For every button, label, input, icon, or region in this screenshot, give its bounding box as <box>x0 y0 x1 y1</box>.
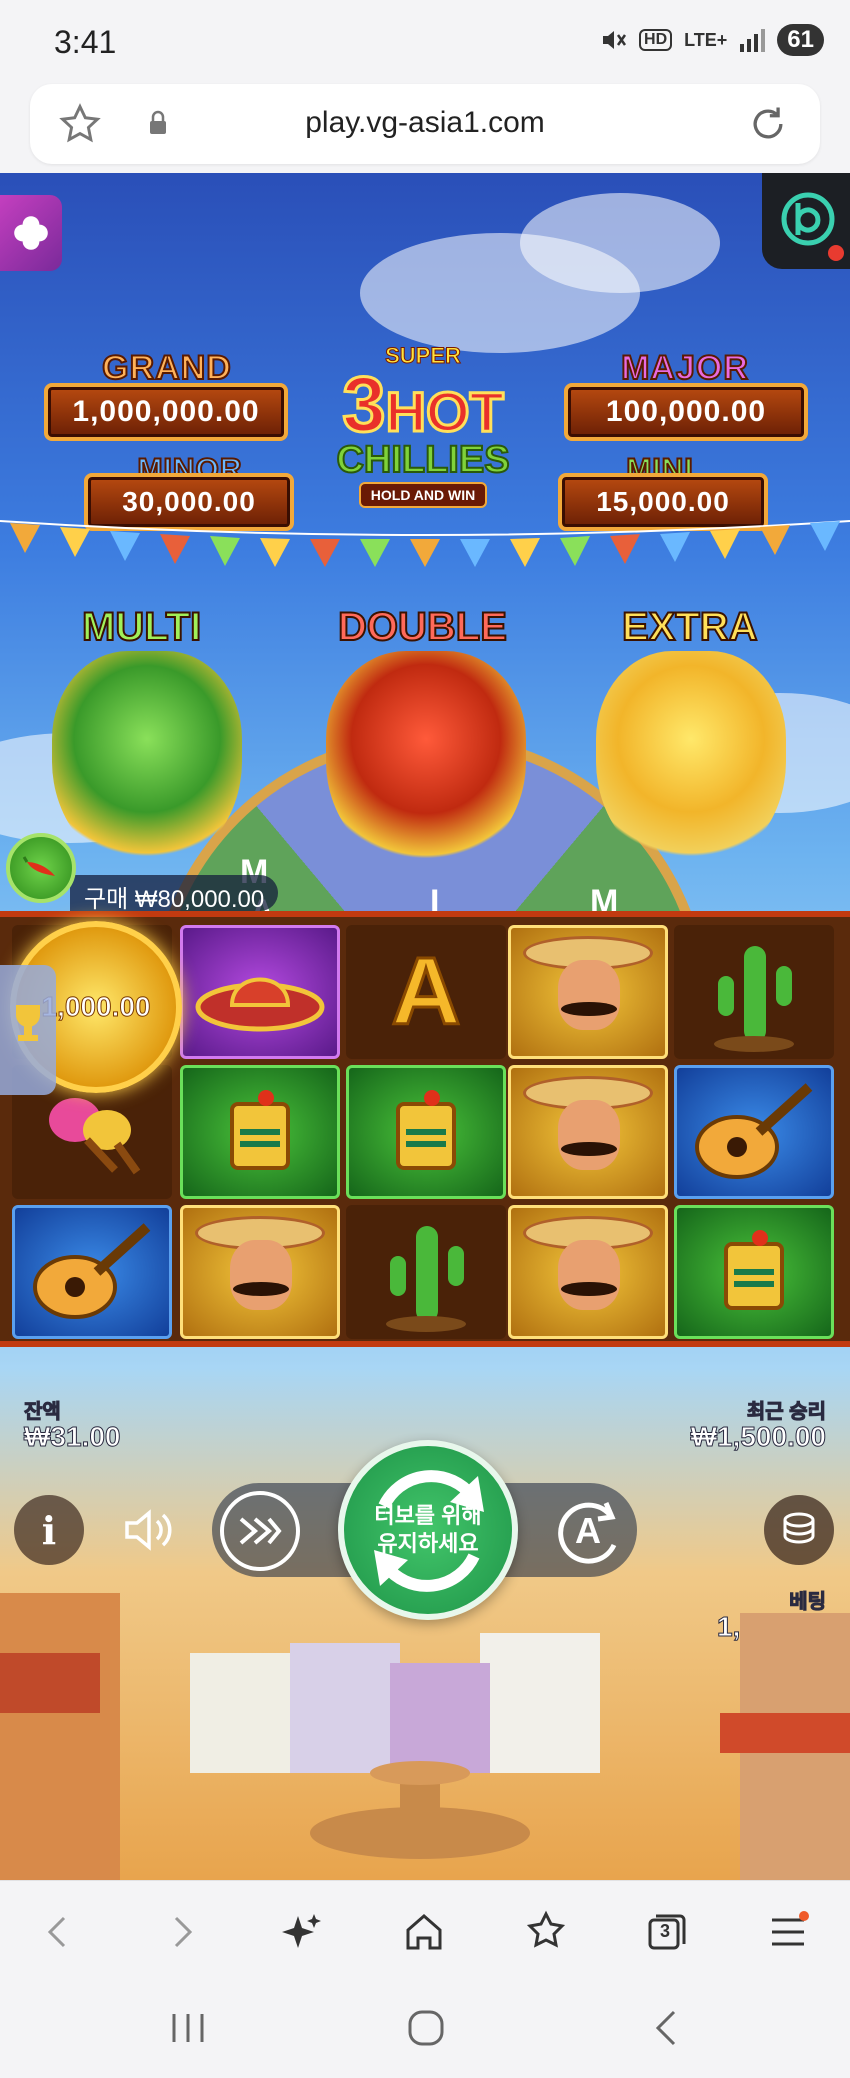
info-icon: i <box>41 1507 57 1553</box>
last-win-value: ₩1,500.00 <box>690 1421 826 1453</box>
forward-button[interactable] <box>152 1905 212 1959</box>
favorites-button[interactable] <box>516 1905 576 1959</box>
browser-toolbar: 3 <box>0 1880 850 1980</box>
reel-cell <box>180 1065 340 1199</box>
game-logo: SUPER 3HOT CHILLIES HOLD AND WIN <box>318 343 528 508</box>
reel-cell <box>674 925 834 1059</box>
coins-stack-icon <box>783 1512 815 1544</box>
tabs-button[interactable]: 3 <box>636 1905 696 1959</box>
reel-cell: A <box>346 925 506 1059</box>
url-domain[interactable]: play.vg-asia1.com <box>30 106 820 140</box>
accordion-symbol <box>724 1230 784 1310</box>
autoplay-button[interactable]: A <box>548 1491 628 1571</box>
system-navigation-bar <box>0 1980 850 2078</box>
reel-cell <box>346 1205 506 1339</box>
yellow-chili-bunch <box>596 651 786 871</box>
clover-icon <box>14 216 48 250</box>
sound-button[interactable] <box>114 1495 184 1565</box>
menu-button[interactable] <box>758 1905 818 1959</box>
jackpot-grand-value: 1,000,000.00 <box>44 383 288 441</box>
mariachi-symbol <box>523 1072 653 1192</box>
assistant-button[interactable] <box>272 1905 332 1959</box>
system-back-icon[interactable] <box>648 2008 684 2048</box>
reel-cell <box>180 925 340 1059</box>
buy-feature-label[interactable]: 구매 ₩80,000.00 <box>70 875 279 913</box>
mariachi-symbol <box>523 1212 653 1332</box>
bonus-double-label: DOUBLE <box>337 604 508 650</box>
provider-logo-button[interactable] <box>762 173 850 269</box>
reel-cell <box>346 1065 506 1199</box>
bonus-multi-label: MULTI <box>81 604 202 650</box>
hd-badge: HD <box>639 29 673 51</box>
info-button[interactable]: i <box>14 1495 84 1565</box>
logo-hot-text: HOT <box>384 379 505 445</box>
forward-icon <box>174 1916 193 1948</box>
red-chili-bunch <box>326 651 526 871</box>
reload-icon[interactable] <box>746 102 790 146</box>
logo-chillies: CHILLIES <box>335 438 510 482</box>
autoplay-label: A <box>575 1510 601 1551</box>
balance-value: ₩31.00 <box>24 1421 121 1453</box>
game-canvas[interactable]: GRAND 1,000,000.00 MINOR 30,000.00 MAJOR… <box>0 173 850 1880</box>
clover-menu-button[interactable] <box>0 195 62 271</box>
green-chili-bunch <box>52 651 242 871</box>
logo-hot: 3HOT <box>318 364 528 447</box>
accordion-symbol <box>230 1090 290 1170</box>
turbo-hint: 터보를 위해 유지하세요 <box>374 1503 482 1556</box>
reel-cell <box>674 1065 834 1199</box>
url-bar[interactable]: play.vg-asia1.com <box>30 84 820 164</box>
reel-cell <box>508 1205 668 1339</box>
notification-dot <box>828 245 844 261</box>
home-icon <box>406 1914 442 1950</box>
network-label: LTE+ <box>684 29 728 50</box>
speaker-icon <box>125 1509 172 1551</box>
reel-cell <box>508 925 668 1059</box>
bet-button[interactable] <box>764 1495 834 1565</box>
fast-forward-icon <box>239 1517 282 1545</box>
cactus-symbol <box>386 1226 466 1332</box>
tab-count: 3 <box>660 1921 671 1941</box>
reel-cell <box>180 1205 340 1339</box>
turbo-button[interactable] <box>220 1491 300 1571</box>
status-icons: HD LTE+ 61 <box>599 24 824 56</box>
mute-icon <box>603 31 627 49</box>
last-win-label: 최근 승리 <box>746 1401 826 1424</box>
mariachi-symbol <box>523 932 653 1052</box>
trophy-icon <box>16 1005 40 1041</box>
favorites-icon <box>526 1910 566 1948</box>
sparkle-icon <box>282 1914 321 1948</box>
home-circle-icon[interactable] <box>406 2008 446 2048</box>
jackpot-major-value: 100,000.00 <box>564 383 808 441</box>
sombrero-symbol <box>195 977 325 1032</box>
reel-cell <box>508 1065 668 1199</box>
trophy-tab[interactable] <box>0 965 56 1095</box>
guitar-symbol <box>33 1223 151 1319</box>
maracas-symbol <box>49 1098 141 1175</box>
back-icon <box>47 1916 66 1948</box>
signal-icon <box>740 29 766 52</box>
accordion-symbol <box>396 1090 456 1170</box>
bunting-decoration <box>0 520 850 567</box>
logo-number: 3 <box>341 360 387 448</box>
reel-cell <box>674 1205 834 1339</box>
bonus-extra-label: EXTRA <box>621 604 759 650</box>
mariachi-symbol <box>195 1212 325 1332</box>
recents-icon[interactable] <box>168 2010 208 2046</box>
letter-a-symbol: A <box>390 937 462 1047</box>
back-button[interactable] <box>28 1905 88 1959</box>
reel-cell <box>12 1205 172 1339</box>
chili-icon <box>22 856 55 876</box>
buy-feature-button[interactable] <box>6 833 76 903</box>
menu-icon <box>772 1911 809 1946</box>
town-background <box>0 1593 850 1880</box>
balance-label: 잔액 <box>24 1401 62 1424</box>
battery-level: 61 <box>777 24 824 56</box>
status-time: 3:41 <box>54 24 117 60</box>
status-bar: 3:41 HD LTE+ 61 <box>0 0 850 80</box>
home-button[interactable] <box>394 1905 454 1959</box>
cactus-symbol <box>714 946 794 1052</box>
guitar-symbol <box>695 1083 813 1179</box>
logo-tagline: HOLD AND WIN <box>358 482 488 508</box>
